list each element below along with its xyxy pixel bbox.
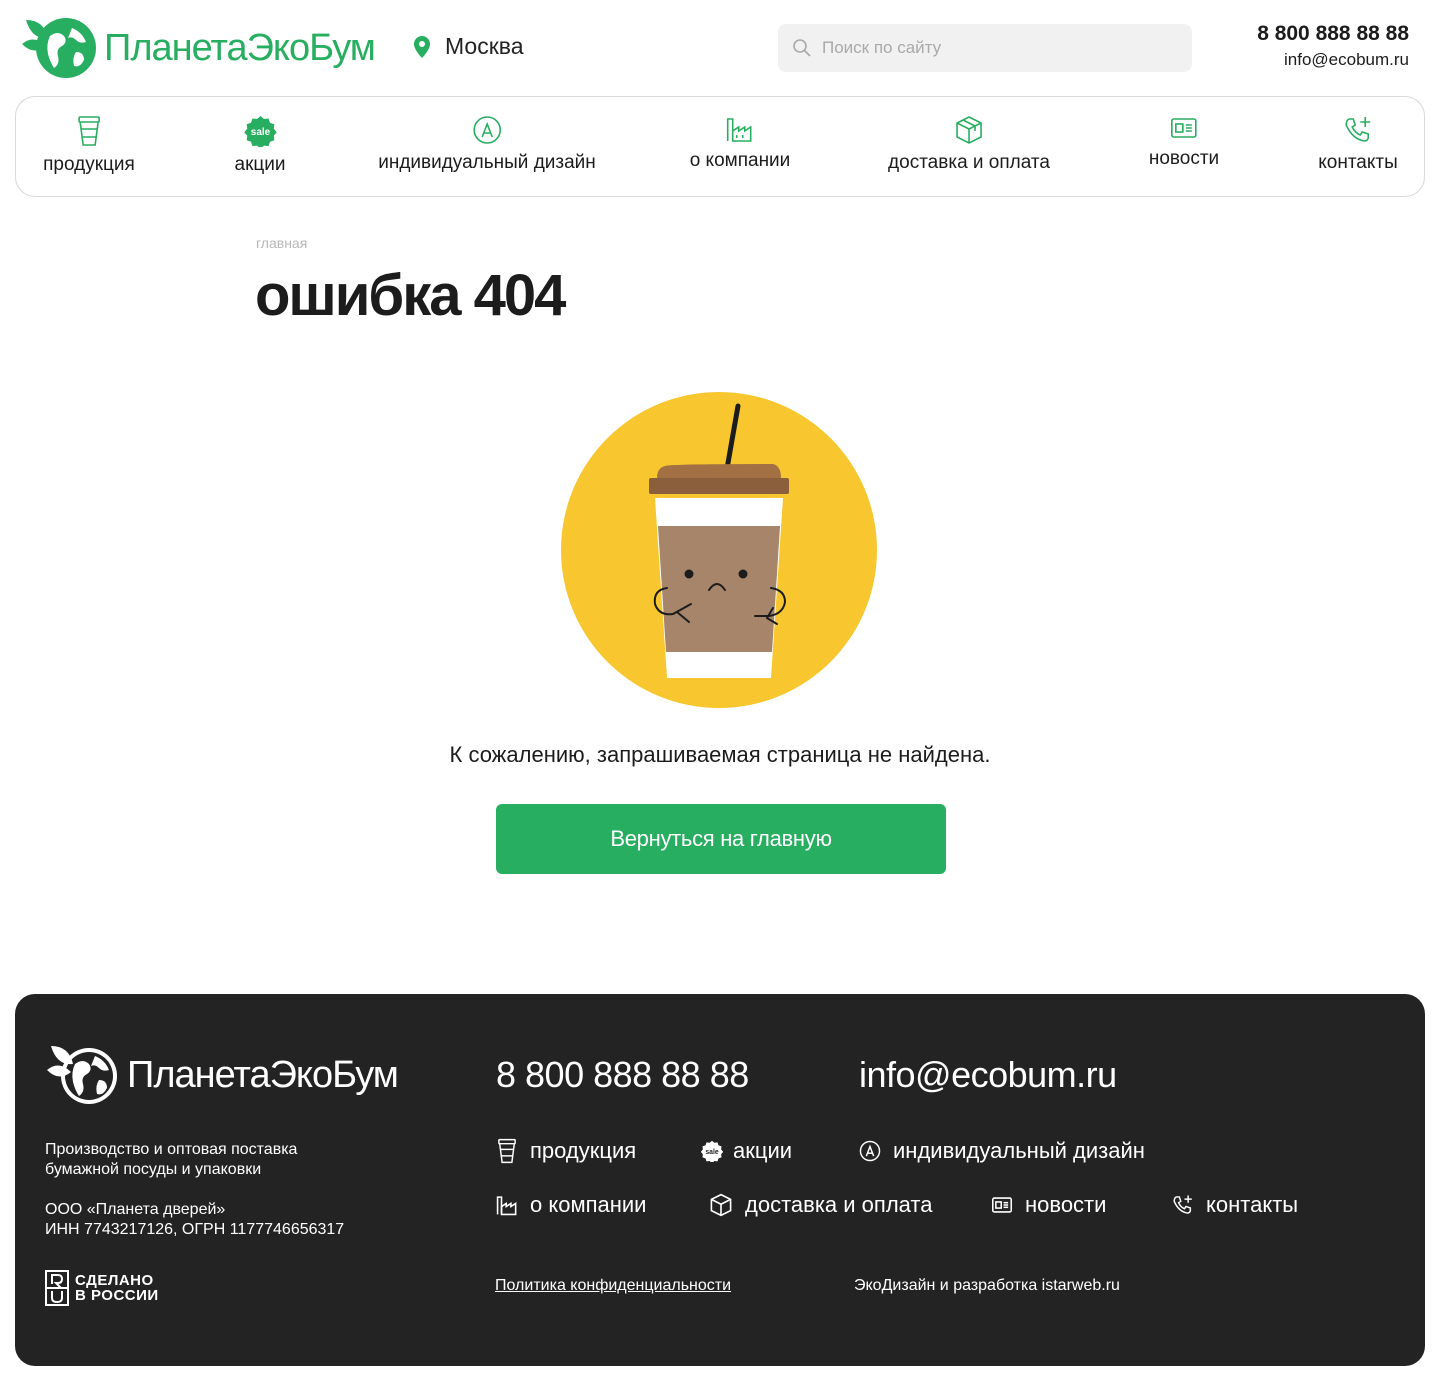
nav-item-contacts[interactable]: контакты <box>1318 115 1398 174</box>
search-box <box>778 24 1192 72</box>
footer-link-contacts[interactable]: контакты <box>1172 1192 1298 1218</box>
footer-link-label: индивидуальный дизайн <box>893 1138 1145 1163</box>
logo-text: ПланетаЭкоБум <box>104 26 376 69</box>
footer-phone[interactable]: 8 800 888 88 88 <box>496 1054 749 1096</box>
box-icon <box>956 116 982 144</box>
newspaper-icon <box>992 1197 1012 1213</box>
footer-logo-text: ПланетаЭкоБум <box>127 1053 399 1096</box>
sad-coffee-cup-illustration <box>561 392 877 708</box>
nav-item-about[interactable]: о компании <box>689 115 791 172</box>
phone-plus-icon <box>1345 117 1370 142</box>
not-found-message: К сожалению, запрашиваемая страница не н… <box>449 742 991 767</box>
footer-org-ids: ИНН 7743217126, ОГРН 1177746656317 <box>45 1221 345 1238</box>
search-input[interactable] <box>822 38 1182 58</box>
made-line-1: СДЕЛАНО <box>75 1272 154 1289</box>
footer-logo-link[interactable]: ПланетаЭкоБум <box>45 1042 399 1108</box>
search-icon <box>793 39 811 57</box>
made-line-2: В РОССИИ <box>75 1287 159 1304</box>
privacy-policy-link[interactable]: Политика конфиденциальности <box>495 1277 731 1295</box>
factory-icon <box>727 118 752 142</box>
made-in-russia-badge: СДЕЛАНО В РОССИИ <box>45 1270 159 1306</box>
site-header: ПланетаЭкоБум Москва 8 800 888 88 88 inf… <box>0 0 1440 96</box>
nav-item-delivery[interactable]: доставка и оплата <box>888 115 1050 174</box>
ru-badge-icon <box>45 1270 69 1306</box>
made-in-russia-text: СДЕЛАНО В РОССИИ <box>75 1273 159 1303</box>
sale-badge-text: sale <box>250 127 270 138</box>
phone-plus-icon <box>1173 1195 1192 1214</box>
breadcrumb-home[interactable]: главная <box>256 235 307 251</box>
site-footer: ПланетаЭкоБум Производство и оптовая пос… <box>15 994 1425 1366</box>
city-selector[interactable]: Москва <box>412 33 524 60</box>
nav-item-sale[interactable]: sale акции <box>235 115 286 176</box>
header-phone[interactable]: 8 800 888 88 88 <box>1257 22 1409 46</box>
footer-link-sale[interactable]: sale акции <box>701 1138 792 1164</box>
nav-label: индивидуальный дизайн <box>378 152 596 173</box>
developer-credit-link[interactable]: ЭкоДизайн и разработка istarweb.ru <box>854 1277 1120 1295</box>
footer-email[interactable]: info@ecobum.ru <box>859 1054 1117 1096</box>
nav-label: акции <box>234 154 286 175</box>
box-icon <box>710 1193 732 1217</box>
footer-description: Производство и оптовая поставка бумажной… <box>45 1141 298 1178</box>
footer-org-name: ООО «Планета дверей» <box>45 1201 226 1218</box>
nav-label: контакты <box>1318 152 1398 173</box>
footer-link-label: новости <box>1025 1192 1107 1217</box>
header-contacts: 8 800 888 88 88 info@ecobum.ru <box>1257 22 1409 70</box>
globe-leaf-logo-icon <box>22 18 96 78</box>
nav-item-design[interactable]: индивидуальный дизайн <box>378 115 596 174</box>
footer-link-label: контакты <box>1206 1192 1299 1217</box>
footer-link-about[interactable]: о компании <box>496 1192 646 1218</box>
main-nav: продукция sale акции индивидуальный диза… <box>15 96 1425 197</box>
nav-label: продукция <box>43 154 135 175</box>
footer-link-delivery[interactable]: доставка и оплата <box>709 1192 932 1218</box>
design-pen-icon <box>859 1140 881 1162</box>
nav-label: новости <box>1148 148 1220 169</box>
nav-item-news[interactable]: новости <box>1149 115 1219 170</box>
page-title: ошибка 404 <box>255 263 566 328</box>
factory-icon <box>496 1196 517 1216</box>
nav-label: о компании <box>689 150 791 171</box>
footer-link-products[interactable]: продукция <box>496 1138 636 1164</box>
footer-link-design[interactable]: индивидуальный дизайн <box>859 1138 1145 1164</box>
nav-label: доставка и оплата <box>888 152 1050 173</box>
location-pin-icon <box>414 35 430 58</box>
globe-leaf-logo-icon <box>47 1046 117 1104</box>
sale-badge-text: sale <box>705 1149 719 1156</box>
footer-link-label: акции <box>733 1138 793 1163</box>
footer-link-label: доставка и оплата <box>745 1192 933 1217</box>
newspaper-icon <box>1171 118 1197 138</box>
sale-badge-icon: sale <box>244 116 276 147</box>
footer-link-label: продукция <box>530 1138 637 1163</box>
back-to-home-button[interactable]: Вернуться на главную <box>496 804 946 874</box>
footer-link-label: о компании <box>530 1192 647 1217</box>
footer-company-info: ООО «Планета дверей» ИНН 7743217126, ОГР… <box>45 1200 385 1240</box>
logo-link[interactable]: ПланетаЭкоБум <box>20 14 376 82</box>
nav-item-products[interactable]: продукция <box>43 115 135 176</box>
cup-icon <box>498 1138 516 1164</box>
header-email[interactable]: info@ecobum.ru <box>1257 50 1409 70</box>
footer-link-news[interactable]: новости <box>991 1192 1106 1218</box>
sale-badge-icon: sale <box>701 1140 723 1162</box>
design-pen-icon <box>473 116 501 144</box>
city-name: Москва <box>445 33 524 59</box>
cup-icon <box>78 116 100 146</box>
